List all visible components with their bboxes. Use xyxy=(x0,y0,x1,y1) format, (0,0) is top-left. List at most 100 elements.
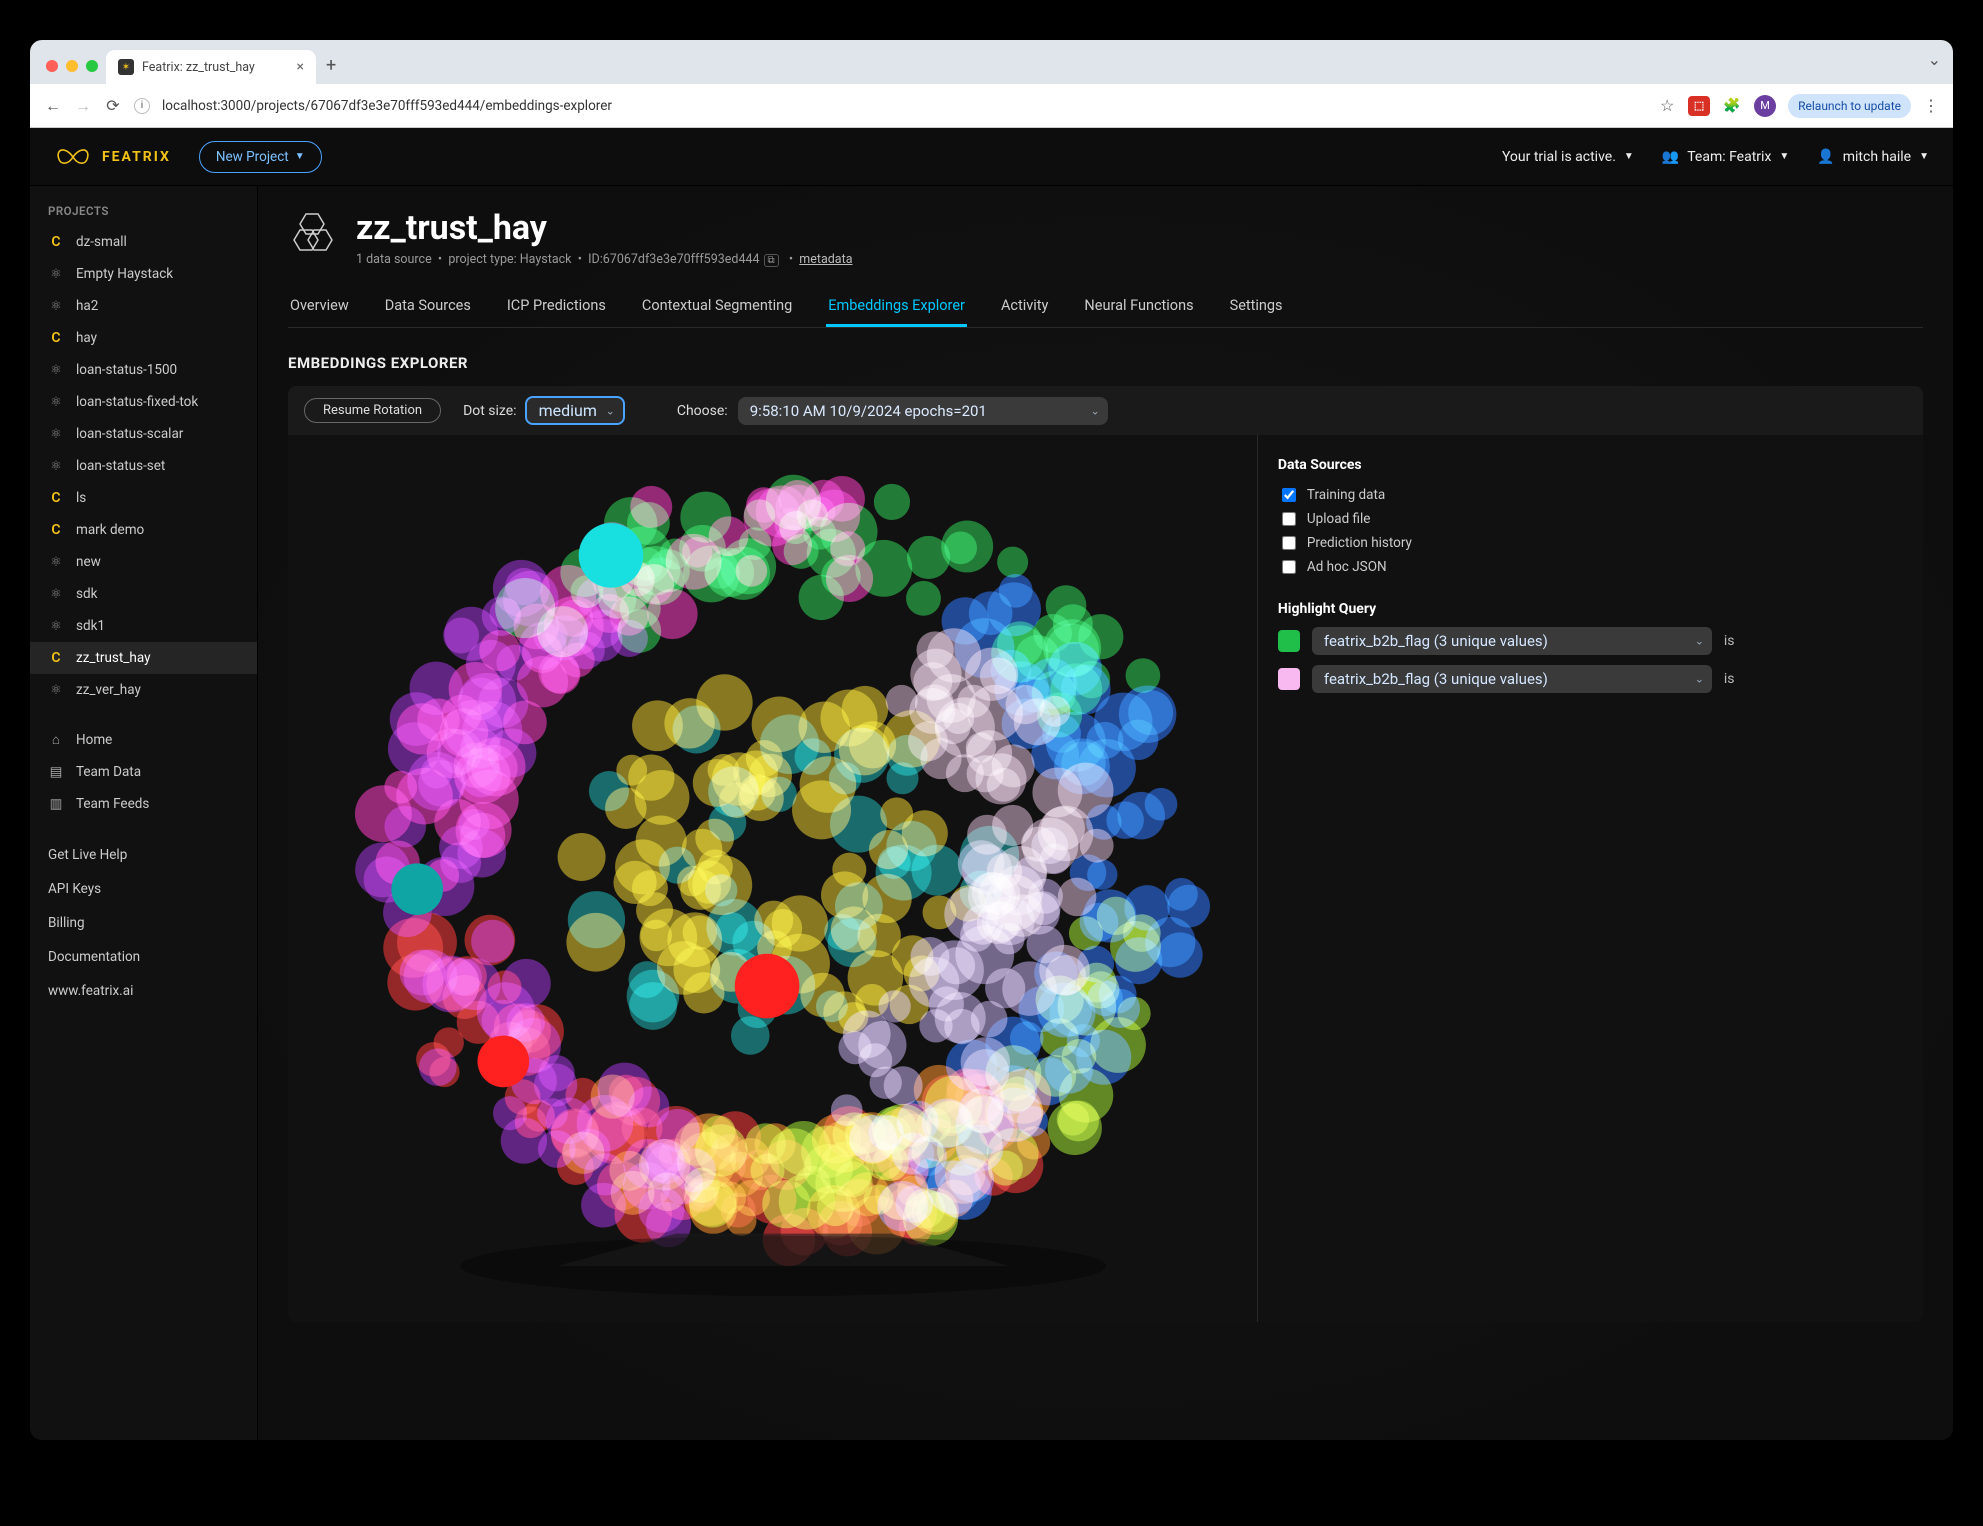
team-switcher[interactable]: 👥 Team: Featrix ▼ xyxy=(1662,149,1790,165)
window-controls[interactable] xyxy=(42,60,106,84)
meta-sources: 1 data source xyxy=(356,252,432,267)
data-source-checkbox[interactable]: Upload file xyxy=(1278,507,1903,531)
data-source-checkbox[interactable]: Training data xyxy=(1278,483,1903,507)
extension-icon[interactable]: ⬚ xyxy=(1688,96,1710,116)
sidebar-project-item[interactable]: ⚛ha2 xyxy=(30,290,257,322)
embeddings-viz[interactable] xyxy=(288,435,1257,1322)
copy-id-icon[interactable]: ⧉ xyxy=(764,254,779,267)
project-atom-icon: ⚛ xyxy=(48,426,64,442)
highlight-field-select[interactable]: featrix_b2b_flag (3 unique values) ⌄ xyxy=(1312,627,1712,655)
chevron-down-icon: ⌄ xyxy=(1695,673,1704,686)
tab-settings[interactable]: Settings xyxy=(1228,287,1285,327)
sidebar-nav-item[interactable]: ▥Team Feeds xyxy=(30,788,257,820)
sidebar-nav-item[interactable]: ⌂Home xyxy=(30,724,257,756)
forward-icon[interactable]: → xyxy=(74,96,92,116)
sidebar-project-item[interactable]: ⚛Empty Haystack xyxy=(30,258,257,290)
sidebar-item-label: Team Feeds xyxy=(76,796,149,812)
minimize-icon[interactable] xyxy=(66,60,78,72)
browser-tabstrip: ✶ Featrix: zz_trust_hay × + ⌄ xyxy=(30,40,1953,84)
data-source-checkbox[interactable]: Ad hoc JSON xyxy=(1278,555,1903,579)
sidebar-link[interactable]: Documentation xyxy=(30,940,257,974)
back-icon[interactable]: ← xyxy=(44,96,62,116)
tab-embeddings-explorer[interactable]: Embeddings Explorer xyxy=(826,287,967,327)
sidebar-link[interactable]: Billing xyxy=(30,906,257,940)
checkbox-label: Training data xyxy=(1307,487,1385,503)
close-icon[interactable] xyxy=(46,60,58,72)
sidebar-link[interactable]: www.featrix.ai xyxy=(30,974,257,1008)
trial-status[interactable]: Your trial is active. ▼ xyxy=(1502,149,1634,165)
tab-data-sources[interactable]: Data Sources xyxy=(383,287,473,327)
reload-icon[interactable]: ⟳ xyxy=(104,96,122,115)
sidebar-item-label: sdk1 xyxy=(76,618,105,634)
profile-avatar[interactable]: M xyxy=(1754,95,1776,117)
sidebar-link[interactable]: API Keys xyxy=(30,872,257,906)
sidebar-project-item[interactable]: ⚛loan-status-fixed-tok xyxy=(30,386,257,418)
resume-rotation-button[interactable]: Resume Rotation xyxy=(304,398,441,423)
site-info-icon[interactable]: i xyxy=(134,98,150,114)
sidebar-project-item[interactable]: ⚛sdk xyxy=(30,578,257,610)
swatch-pink[interactable] xyxy=(1278,668,1300,690)
checkbox-input[interactable] xyxy=(1282,560,1296,574)
user-icon: 👤 xyxy=(1817,149,1834,165)
sidebar-project-item[interactable]: Cdz-small xyxy=(30,226,257,258)
data-sources-heading: Data Sources xyxy=(1278,457,1903,473)
swatch-green[interactable] xyxy=(1278,630,1300,652)
new-tab-button[interactable]: + xyxy=(316,55,346,84)
sidebar-project-item[interactable]: Chay xyxy=(30,322,257,354)
sidebar-project-item[interactable]: Cls xyxy=(30,482,257,514)
sidebar-project-item[interactable]: ⚛zz_ver_hay xyxy=(30,674,257,706)
project-icon xyxy=(288,208,338,258)
is-label: is xyxy=(1724,671,1735,687)
address-bar[interactable]: localhost:3000/projects/67067df3e3e70fff… xyxy=(162,98,1646,114)
maximize-icon[interactable] xyxy=(86,60,98,72)
data-source-checkbox[interactable]: Prediction history xyxy=(1278,531,1903,555)
tabstrip-menu-icon[interactable]: ⌄ xyxy=(1928,50,1941,69)
sidebar-nav-item[interactable]: ▤ Team Data xyxy=(30,756,257,788)
brand-logo[interactable]: FEATRIX xyxy=(54,143,171,171)
sidebar-link[interactable]: Get Live Help xyxy=(30,838,257,872)
checkbox-input[interactable] xyxy=(1282,536,1296,550)
extensions-icon[interactable]: 🧩 xyxy=(1722,96,1742,116)
tab-contextual-segmenting[interactable]: Contextual Segmenting xyxy=(640,287,794,327)
highlight-field-select[interactable]: featrix_b2b_flag (3 unique values) ⌄ xyxy=(1312,665,1712,693)
metadata-link[interactable]: metadata xyxy=(799,252,852,267)
project-atom-icon: ⚛ xyxy=(48,298,64,314)
project-c-icon: C xyxy=(48,330,64,346)
sidebar-project-item[interactable]: Czz_trust_hay xyxy=(30,642,257,674)
sidebar-item-label: loan-status-1500 xyxy=(76,362,177,378)
checkbox-input[interactable] xyxy=(1282,512,1296,526)
sidebar-project-item[interactable]: Cmark demo xyxy=(30,514,257,546)
project-atom-icon: ⚛ xyxy=(48,458,64,474)
db-icon: ▤ xyxy=(48,764,64,780)
tab-overview[interactable]: Overview xyxy=(288,287,351,327)
dot-size-select[interactable]: medium ⌄ xyxy=(525,396,625,425)
tab-activity[interactable]: Activity xyxy=(999,287,1050,327)
page-title: zz_trust_hay xyxy=(356,208,853,248)
relaunch-button[interactable]: Relaunch to update xyxy=(1788,94,1911,118)
tab-icp-predictions[interactable]: ICP Predictions xyxy=(505,287,608,327)
browser-menu-icon[interactable]: ⋮ xyxy=(1923,96,1939,115)
sidebar-project-item[interactable]: ⚛loan-status-scalar xyxy=(30,418,257,450)
user-label: mitch haile xyxy=(1843,149,1911,165)
browser-tab[interactable]: ✶ Featrix: zz_trust_hay × xyxy=(106,50,316,84)
team-label: Team: Featrix xyxy=(1687,149,1771,165)
caret-down-icon: ▼ xyxy=(1779,151,1789,162)
close-tab-icon[interactable]: × xyxy=(297,59,304,75)
snapshot-select[interactable]: 9:58:10 AM 10/9/2024 epochs=201 ⌄ xyxy=(738,397,1108,425)
checkbox-input[interactable] xyxy=(1282,488,1296,502)
new-project-button[interactable]: New Project ▼ xyxy=(199,141,322,173)
user-menu[interactable]: 👤 mitch haile ▼ xyxy=(1817,149,1929,165)
sidebar-item-label: loan-status-set xyxy=(76,458,165,474)
sidebar-item-label: new xyxy=(76,554,101,570)
sidebar-item-label: Team Data xyxy=(76,764,141,780)
sidebar-item-label: loan-status-fixed-tok xyxy=(76,394,198,410)
bookmark-icon[interactable]: ☆ xyxy=(1658,96,1676,115)
checkbox-label: Ad hoc JSON xyxy=(1307,559,1387,575)
sidebar-project-item[interactable]: ⚛loan-status-1500 xyxy=(30,354,257,386)
page-meta: 1 data source • project type: Haystack •… xyxy=(356,252,853,267)
sidebar-project-item[interactable]: ⚛ loan-status-set xyxy=(30,450,257,482)
sidebar-project-item[interactable]: ⚛new xyxy=(30,546,257,578)
tab-neural-functions[interactable]: Neural Functions xyxy=(1082,287,1195,327)
sidebar-project-item[interactable]: ⚛sdk1 xyxy=(30,610,257,642)
project-c-icon: C xyxy=(48,522,64,538)
